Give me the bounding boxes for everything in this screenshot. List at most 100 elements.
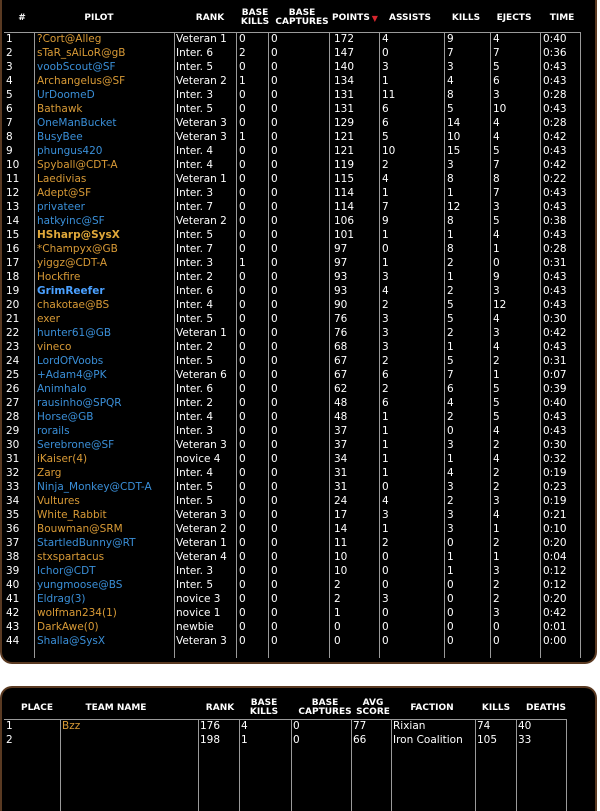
table-row[interactable]: 7 OneManBucket Veteran 3 0 0 129 6 14 4 0:28 bbox=[4, 116, 584, 130]
table-row[interactable]: 12 Adept@SF Inter. 3 0 0 114 1 1 7 0:43 bbox=[4, 186, 584, 200]
cell-pilot[interactable]: BusyBee bbox=[35, 130, 174, 144]
header-rank[interactable]: RANK bbox=[184, 2, 236, 34]
table-row[interactable]: 6 Bathawk Inter. 5 0 0 131 6 5 10 0:43 bbox=[4, 102, 584, 116]
table-row[interactable]: 13 privateer Inter. 7 0 0 114 7 12 3 0:43 bbox=[4, 200, 584, 214]
cell-pilot[interactable]: stxspartacus bbox=[35, 550, 174, 564]
table-row[interactable]: 26 Animhalo Inter. 6 0 0 62 2 6 5 0:39 bbox=[4, 382, 584, 396]
header-time[interactable]: TIME bbox=[540, 2, 584, 34]
table-row[interactable]: 2 198 1 0 66 Iron Coalition 105 33 bbox=[4, 733, 584, 747]
table-row[interactable]: 17 yiggz@CDT-A Inter. 3 1 0 97 1 2 0 0:31 bbox=[4, 256, 584, 270]
table-row[interactable]: 43 DarkAwe(0) newbie 0 0 0 0 0 0 0:01 bbox=[4, 620, 584, 634]
table-row[interactable]: 18 Hockfire Inter. 2 0 0 93 3 1 9 0:43 bbox=[4, 270, 584, 284]
header-base-captures[interactable]: BASE CAPTURES bbox=[275, 2, 328, 34]
table-row[interactable]: 41 Eldrag(3) novice 3 0 0 2 3 0 2 0:20 bbox=[4, 592, 584, 606]
cell-pilot[interactable]: GrimReefer bbox=[35, 284, 174, 298]
cell-pilot[interactable]: rausinho@SPQR bbox=[35, 396, 174, 410]
cell-pilot[interactable]: yungmoose@BS bbox=[35, 578, 174, 592]
table-row[interactable]: 11 Laedivias Veteran 1 0 0 115 4 8 8 0:22 bbox=[4, 172, 584, 186]
table-row[interactable]: 39 Ichor@CDT Inter. 3 0 0 10 0 1 3 0:12 bbox=[4, 564, 584, 578]
table-row[interactable]: 22 hunter61@GB Veteran 1 0 0 76 3 2 3 0:42 bbox=[4, 326, 584, 340]
table-row[interactable]: 29 rorails Inter. 3 0 0 37 1 0 4 0:43 bbox=[4, 424, 584, 438]
cell-pilot[interactable]: iKaiser(4) bbox=[35, 452, 174, 466]
cell-pilot[interactable]: Hockfire bbox=[35, 270, 174, 284]
table-row[interactable]: 14 hatkyinc@SF Veteran 2 0 0 106 9 8 5 0:38 bbox=[4, 214, 584, 228]
cell-pilot[interactable]: OneManBucket bbox=[35, 116, 174, 130]
cell-pilot[interactable]: exer bbox=[35, 312, 174, 326]
table-row[interactable]: 10 Spyball@CDT-A Inter. 4 0 0 119 2 3 7 0:42 bbox=[4, 158, 584, 172]
table-row[interactable]: 23 vineco Inter. 2 0 0 68 3 1 4 0:43 bbox=[4, 340, 584, 354]
table-row[interactable]: 44 Shalla@SysX Veteran 3 0 0 0 0 0 0 0:00 bbox=[4, 634, 584, 648]
header-number[interactable]: # bbox=[12, 2, 32, 34]
header-points[interactable]: POINTS ▼ bbox=[329, 2, 381, 34]
table-row[interactable]: 1 ?Cort@Alleg Veteran 1 0 0 172 4 9 4 0:40 bbox=[4, 32, 584, 46]
cell-pilot[interactable]: Ichor@CDT bbox=[35, 564, 174, 578]
table-row[interactable]: 21 exer Inter. 5 0 0 76 3 5 4 0:30 bbox=[4, 312, 584, 326]
cell-pilot[interactable]: vineco bbox=[35, 340, 174, 354]
cell-pilot[interactable]: ?Cort@Alleg bbox=[35, 32, 174, 46]
table-row[interactable]: 35 White_Rabbit Veteran 3 0 0 17 3 3 4 0:21 bbox=[4, 508, 584, 522]
cell-pilot[interactable]: White_Rabbit bbox=[35, 508, 174, 522]
cell-pilot[interactable]: Bouwman@SRM bbox=[35, 522, 174, 536]
cell-pilot[interactable]: LordOfVoobs bbox=[35, 354, 174, 368]
cell-pilot[interactable]: Horse@GB bbox=[35, 410, 174, 424]
cell-pilot[interactable]: Adept@SF bbox=[35, 186, 174, 200]
table-row[interactable]: 4 Archangelus@SF Veteran 2 1 0 134 1 4 6 0:43 bbox=[4, 74, 584, 88]
table-row[interactable]: 16 *Champyx@GB Inter. 7 0 0 97 0 8 1 0:28 bbox=[4, 242, 584, 256]
cell-pilot[interactable]: Archangelus@SF bbox=[35, 74, 174, 88]
header-kills[interactable]: KILLS bbox=[444, 2, 488, 34]
cell-pilot[interactable]: DarkAwe(0) bbox=[35, 620, 174, 634]
cell-team-name[interactable] bbox=[60, 733, 198, 747]
cell-pilot[interactable]: voobScout@SF bbox=[35, 60, 174, 74]
table-row[interactable]: 36 Bouwman@SRM Veteran 2 0 0 14 1 3 1 0:10 bbox=[4, 522, 584, 536]
cell-pilot[interactable]: Spyball@CDT-A bbox=[35, 158, 174, 172]
cell-pilot[interactable]: UrDoomeD bbox=[35, 88, 174, 102]
cell-pilot[interactable]: hatkyinc@SF bbox=[35, 214, 174, 228]
cell-pilot[interactable]: chakotae@BS bbox=[35, 298, 174, 312]
table-row[interactable]: 33 Ninja_Monkey@CDT-A Inter. 5 0 0 31 0 3 2 0:23 bbox=[4, 480, 584, 494]
cell-pilot[interactable]: yiggz@CDT-A bbox=[35, 256, 174, 270]
table-row[interactable]: 37 StartledBunny@RT Veteran 1 0 0 11 2 0 2 0:20 bbox=[4, 536, 584, 550]
cell-team-name[interactable]: Bzz bbox=[60, 719, 198, 733]
cell-pilot[interactable]: wolfman234(1) bbox=[35, 606, 174, 620]
table-row[interactable]: 42 wolfman234(1) novice 1 0 0 1 0 0 3 0:42 bbox=[4, 606, 584, 620]
table-row[interactable]: 5 UrDoomeD Inter. 3 0 0 131 11 8 3 0:28 bbox=[4, 88, 584, 102]
cell-pilot[interactable]: Bathawk bbox=[35, 102, 174, 116]
cell-pilot[interactable]: Shalla@SysX bbox=[35, 634, 174, 648]
cell-pilot[interactable]: Eldrag(3) bbox=[35, 592, 174, 606]
header-base-kills[interactable]: BASE KILLS bbox=[238, 2, 272, 34]
cell-pilot[interactable]: Zarg bbox=[35, 466, 174, 480]
table-row[interactable]: 28 Horse@GB Inter. 4 0 0 48 1 2 5 0:43 bbox=[4, 410, 584, 424]
cell-pilot[interactable]: rorails bbox=[35, 424, 174, 438]
table-row[interactable]: 15 HSharp@SysX Inter. 5 0 0 101 1 1 4 0:43 bbox=[4, 228, 584, 242]
table-row[interactable]: 8 BusyBee Veteran 3 1 0 121 5 10 4 0:42 bbox=[4, 130, 584, 144]
table-row[interactable]: 32 Zarg Inter. 4 0 0 31 1 4 2 0:19 bbox=[4, 466, 584, 480]
table-row[interactable]: 34 Vultures Inter. 5 0 0 24 4 2 3 0:19 bbox=[4, 494, 584, 508]
table-row[interactable]: 2 sTaR_sAiLoR@gB Inter. 6 2 0 147 0 7 7 0:36 bbox=[4, 46, 584, 60]
header-pilot[interactable]: PILOT bbox=[44, 2, 154, 34]
table-row[interactable]: 38 stxspartacus Veteran 4 0 0 10 0 1 1 0:04 bbox=[4, 550, 584, 564]
cell-pilot[interactable]: phungus420 bbox=[35, 144, 174, 158]
table-row[interactable]: 1 Bzz 176 4 0 77 Rixian 74 40 bbox=[4, 719, 584, 733]
table-row[interactable]: 40 yungmoose@BS Inter. 5 0 0 2 0 0 2 0:12 bbox=[4, 578, 584, 592]
table-row[interactable]: 3 voobScout@SF Inter. 5 0 0 140 3 3 5 0:43 bbox=[4, 60, 584, 74]
table-row[interactable]: 20 chakotae@BS Inter. 4 0 0 90 2 5 12 0:43 bbox=[4, 298, 584, 312]
cell-pilot[interactable]: Animhalo bbox=[35, 382, 174, 396]
table-row[interactable]: 30 Serebrone@SF Veteran 3 0 0 37 1 3 2 0:30 bbox=[4, 438, 584, 452]
table-row[interactable]: 24 LordOfVoobs Inter. 5 0 0 67 2 5 2 0:31 bbox=[4, 354, 584, 368]
table-row[interactable]: 27 rausinho@SPQR Inter. 2 0 0 48 6 4 5 0:40 bbox=[4, 396, 584, 410]
table-row[interactable]: 25 +Adam4@PK Veteran 6 0 0 67 6 7 1 0:07 bbox=[4, 368, 584, 382]
cell-pilot[interactable]: Vultures bbox=[35, 494, 174, 508]
cell-pilot[interactable]: *Champyx@GB bbox=[35, 242, 174, 256]
cell-pilot[interactable]: StartledBunny@RT bbox=[35, 536, 174, 550]
cell-pilot[interactable]: privateer bbox=[35, 200, 174, 214]
header-assists[interactable]: ASSISTS bbox=[382, 2, 438, 34]
cell-pilot[interactable]: Serebrone@SF bbox=[35, 438, 174, 452]
cell-pilot[interactable]: Laedivias bbox=[35, 172, 174, 186]
header-ejects[interactable]: EJECTS bbox=[490, 2, 538, 34]
table-row[interactable]: 31 iKaiser(4) novice 4 0 0 34 1 1 4 0:32 bbox=[4, 452, 584, 466]
table-row[interactable]: 19 GrimReefer Inter. 6 0 0 93 4 2 3 0:43 bbox=[4, 284, 584, 298]
cell-pilot[interactable]: HSharp@SysX bbox=[35, 228, 174, 242]
cell-pilot[interactable]: +Adam4@PK bbox=[35, 368, 174, 382]
table-row[interactable]: 9 phungus420 Inter. 4 0 0 121 10 15 5 0:43 bbox=[4, 144, 584, 158]
cell-pilot[interactable]: sTaR_sAiLoR@gB bbox=[35, 46, 174, 60]
